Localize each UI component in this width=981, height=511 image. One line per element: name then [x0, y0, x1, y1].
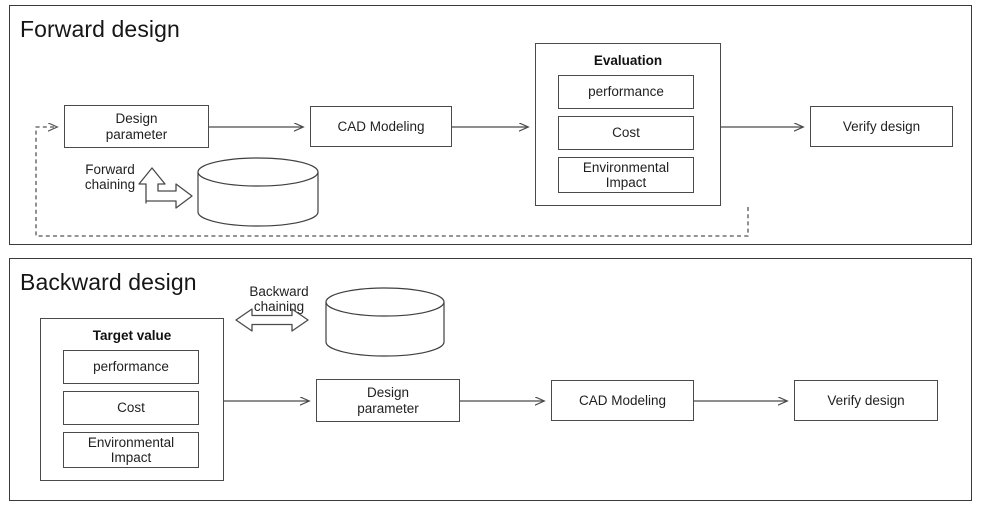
forward-cad-modeling-label: CAD Modeling — [337, 118, 425, 134]
forward-evaluation-item-environmental-impact-label: Environmental Impact — [582, 159, 670, 190]
forward-verify-design-box[interactable]: Verify design — [810, 106, 953, 147]
backward-cad-modeling-label: CAD Modeling — [578, 392, 667, 408]
forward-evaluation-item-performance-label: performance — [588, 84, 664, 100]
forward-evaluation-item-cost-label: Cost — [612, 125, 640, 141]
forward-cad-modeling-box[interactable]: CAD Modeling — [310, 106, 452, 147]
backward-cad-modeling-box[interactable]: CAD Modeling — [551, 380, 694, 421]
backward-design-title: Backward design — [20, 269, 197, 295]
forward-chaining-label: Forward chaining — [84, 162, 136, 192]
backward-verify-design-label: Verify design — [827, 392, 905, 408]
backward-target-item-performance[interactable]: performance — [63, 350, 199, 384]
backward-design-parameter-label: Design parameter — [357, 385, 419, 416]
backward-chaining-label: Backward chaining — [249, 284, 309, 314]
forward-verify-design-label: Verify design — [842, 118, 921, 134]
backward-target-item-performance-label: performance — [93, 359, 169, 375]
backward-target-value-group: Target value performance Cost Environmen… — [40, 318, 224, 481]
backward-target-item-cost[interactable]: Cost — [63, 391, 199, 425]
backward-target-item-environmental-impact-label: Environmental Impact — [87, 434, 175, 465]
backward-target-item-cost-label: Cost — [117, 400, 145, 416]
forward-evaluation-item-environmental-impact[interactable]: Environmental Impact — [558, 157, 694, 193]
backward-target-value-title: Target value — [92, 328, 172, 343]
forward-design-parameter-label: Design parameter — [105, 111, 168, 142]
diagram-canvas: Forward design Design parameter CAD Mode… — [0, 0, 981, 511]
backward-target-item-environmental-impact[interactable]: Environmental Impact — [63, 432, 199, 468]
forward-evaluation-item-performance[interactable]: performance — [558, 75, 694, 109]
forward-evaluation-item-cost[interactable]: Cost — [558, 116, 694, 150]
forward-evaluation-title: Evaluation — [593, 53, 663, 68]
forward-design-parameter-box[interactable]: Design parameter — [64, 105, 209, 148]
forward-design-title: Forward design — [20, 16, 180, 42]
backward-verify-design-box[interactable]: Verify design — [794, 380, 938, 421]
forward-evaluation-group: Evaluation performance Cost Environmenta… — [535, 43, 721, 206]
backward-design-parameter-box[interactable]: Design parameter — [316, 379, 460, 422]
